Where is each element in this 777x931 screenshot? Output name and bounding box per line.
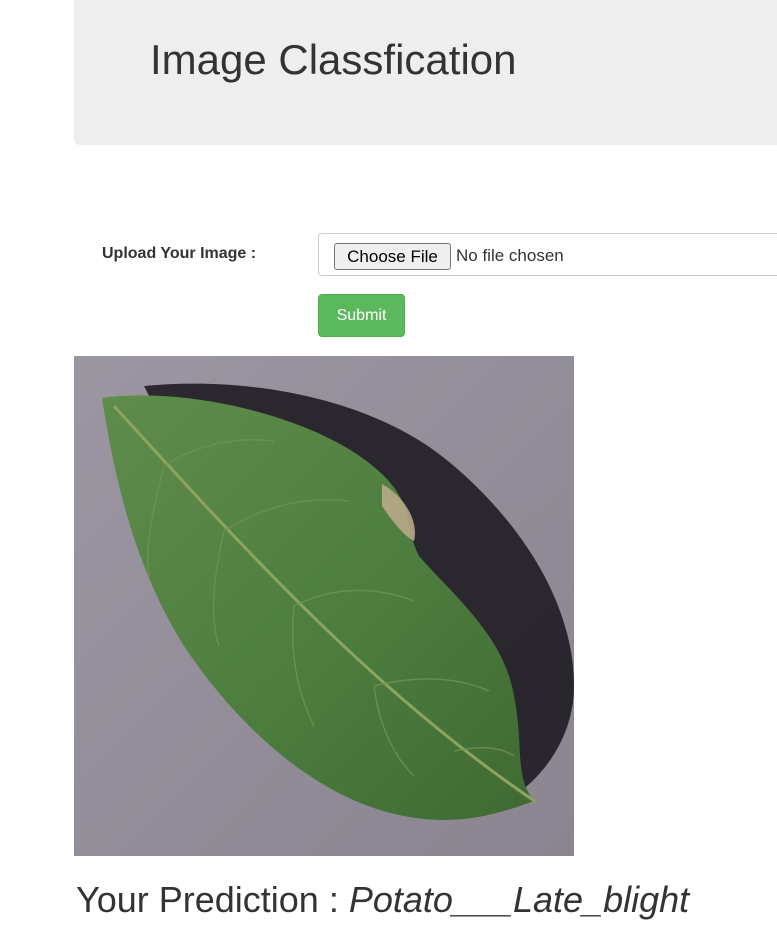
leaf-photo	[74, 356, 574, 856]
page-title: Image Classfication	[150, 36, 517, 83]
upload-label: Upload Your Image :	[102, 245, 257, 262]
submit-button[interactable]: Submit	[318, 294, 405, 337]
file-input[interactable]: Choose File No file chosen	[318, 233, 777, 276]
prediction-label: Your Prediction :	[76, 879, 339, 920]
prediction-value: Potato___Late_blight	[348, 879, 690, 920]
choose-file-button[interactable]: Choose File	[334, 243, 451, 270]
file-status-text: No file chosen	[456, 246, 564, 265]
header-jumbotron: Image Classfication	[74, 0, 777, 145]
prediction-result: Your Prediction : Potato___Late_blight	[76, 878, 689, 922]
uploaded-leaf-image	[74, 356, 574, 856]
